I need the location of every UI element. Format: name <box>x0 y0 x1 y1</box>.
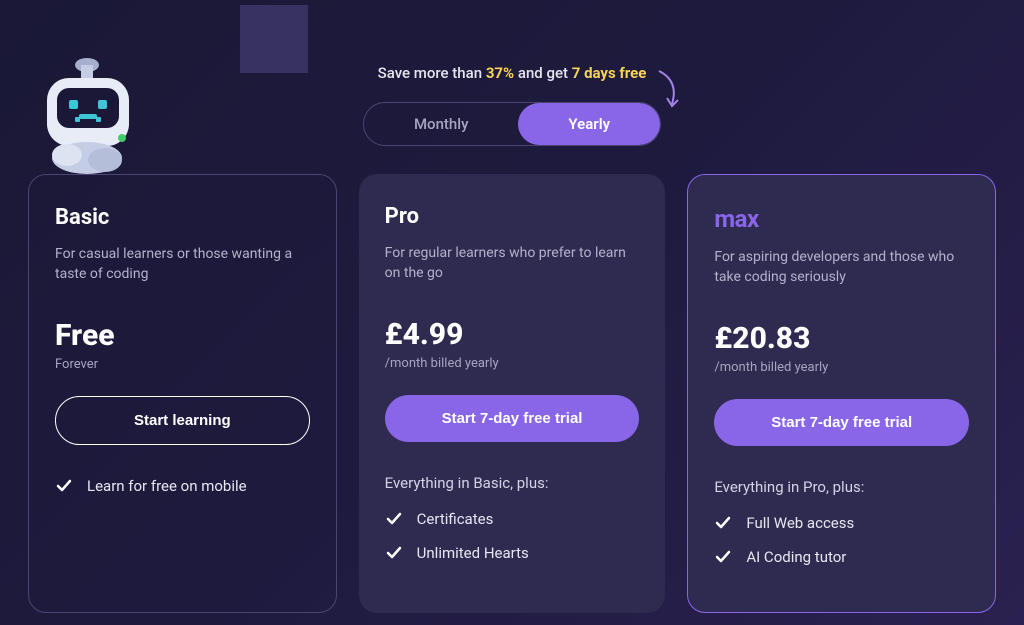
start-trial-button[interactable]: Start 7-day free trial <box>714 399 969 446</box>
pricing-cards: Basic For casual learners or those wanti… <box>0 146 1024 613</box>
feature-label: AI Coding tutor <box>746 548 846 566</box>
feature-label: Unlimited Hearts <box>417 544 529 562</box>
plan-card-basic: Basic For casual learners or those wanti… <box>28 174 337 613</box>
plan-title: max <box>714 205 969 233</box>
promo-percent: 37% <box>486 64 514 82</box>
plan-card-pro: Pro For regular learners who prefer to l… <box>359 174 666 613</box>
check-icon <box>385 544 403 562</box>
plan-price: Free <box>55 318 310 353</box>
plan-subtitle: For casual learners or those wanting a t… <box>55 244 310 286</box>
plan-price-note: /month billed yearly <box>714 360 969 375</box>
plan-price: £4.99 <box>385 317 640 352</box>
plan-price: £20.83 <box>714 321 969 356</box>
start-trial-button[interactable]: Start 7-day free trial <box>385 395 640 442</box>
check-icon <box>714 548 732 566</box>
billing-toggle: Monthly Yearly <box>363 102 661 146</box>
plan-title: Basic <box>55 205 310 230</box>
promo-banner: Save more than 37% and get 7 days free <box>0 0 1024 82</box>
toggle-yearly[interactable]: Yearly <box>518 103 660 145</box>
plan-card-max: max For aspiring developers and those wh… <box>687 174 996 613</box>
plan-title: Pro <box>385 204 640 229</box>
start-learning-button[interactable]: Start learning <box>55 396 310 445</box>
plan-price-note: Forever <box>55 357 310 372</box>
plan-subtitle: For regular learners who prefer to learn… <box>385 243 640 285</box>
check-icon <box>714 514 732 532</box>
features-heading: Everything in Pro, plus: <box>714 478 969 496</box>
plan-price-note: /month billed yearly <box>385 356 640 371</box>
check-icon <box>385 510 403 528</box>
toggle-monthly[interactable]: Monthly <box>364 103 518 145</box>
feature-item: Learn for free on mobile <box>55 477 310 495</box>
feature-label: Full Web access <box>746 514 854 532</box>
feature-item: Unlimited Hearts <box>385 544 640 562</box>
feature-item: Certificates <box>385 510 640 528</box>
feature-label: Certificates <box>417 510 494 528</box>
plan-subtitle: For aspiring developers and those who ta… <box>714 247 969 289</box>
features-heading: Everything in Basic, plus: <box>385 474 640 492</box>
feature-item: AI Coding tutor <box>714 548 969 566</box>
check-icon <box>55 477 73 495</box>
promo-middle: and get <box>514 64 572 82</box>
promo-arrow-icon <box>654 66 684 116</box>
feature-item: Full Web access <box>714 514 969 532</box>
promo-trial: 7 days free <box>572 64 647 82</box>
feature-label: Learn for free on mobile <box>87 477 247 495</box>
promo-prefix: Save more than <box>378 64 486 82</box>
